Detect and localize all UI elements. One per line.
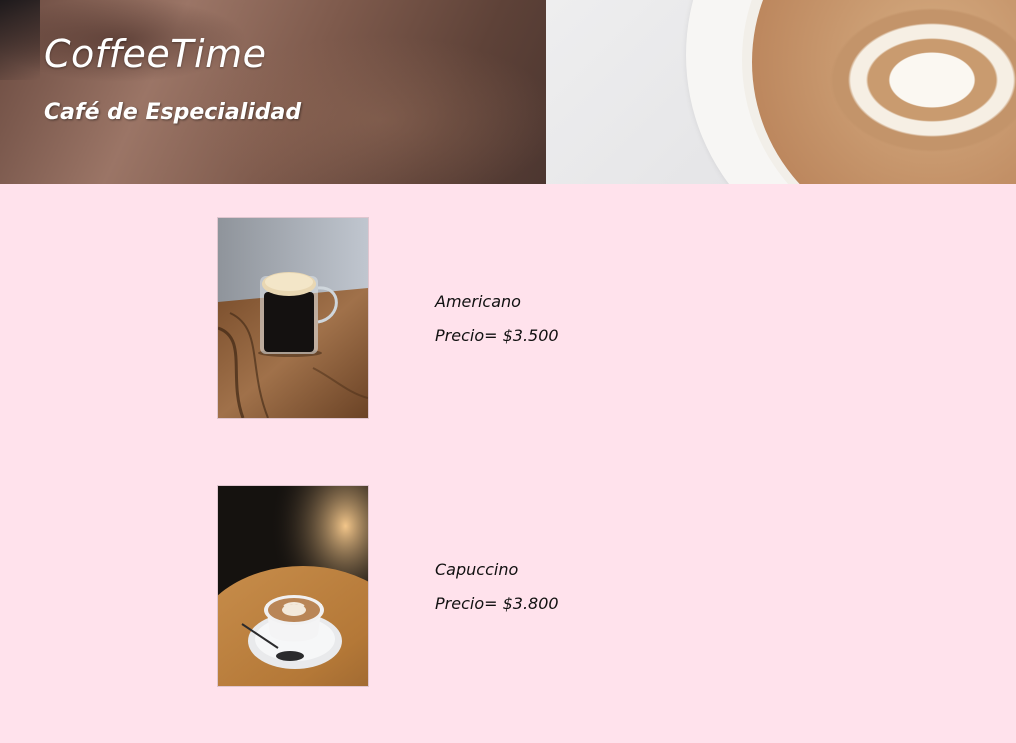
hero-banner: CoffeeTime Café de Especialidad [0, 0, 1016, 184]
americano-photo [218, 218, 368, 418]
product-card-americano: Americano Precio= $3.500 [218, 218, 618, 418]
hero-background-wood [0, 0, 546, 184]
product-price: Precio= $3.500 [435, 326, 559, 345]
latte-art [752, 0, 1016, 184]
product-price: Precio= $3.800 [435, 594, 559, 613]
capuccino-photo [218, 486, 368, 686]
site-title: CoffeeTime [44, 32, 267, 76]
product-name: Americano [435, 292, 521, 311]
product-name: Capuccino [435, 560, 519, 579]
product-card-capuccino: Capuccino Precio= $3.800 [218, 486, 618, 686]
site-subtitle: Café de Especialidad [44, 100, 302, 125]
hero-coffee-image [546, 0, 1016, 184]
